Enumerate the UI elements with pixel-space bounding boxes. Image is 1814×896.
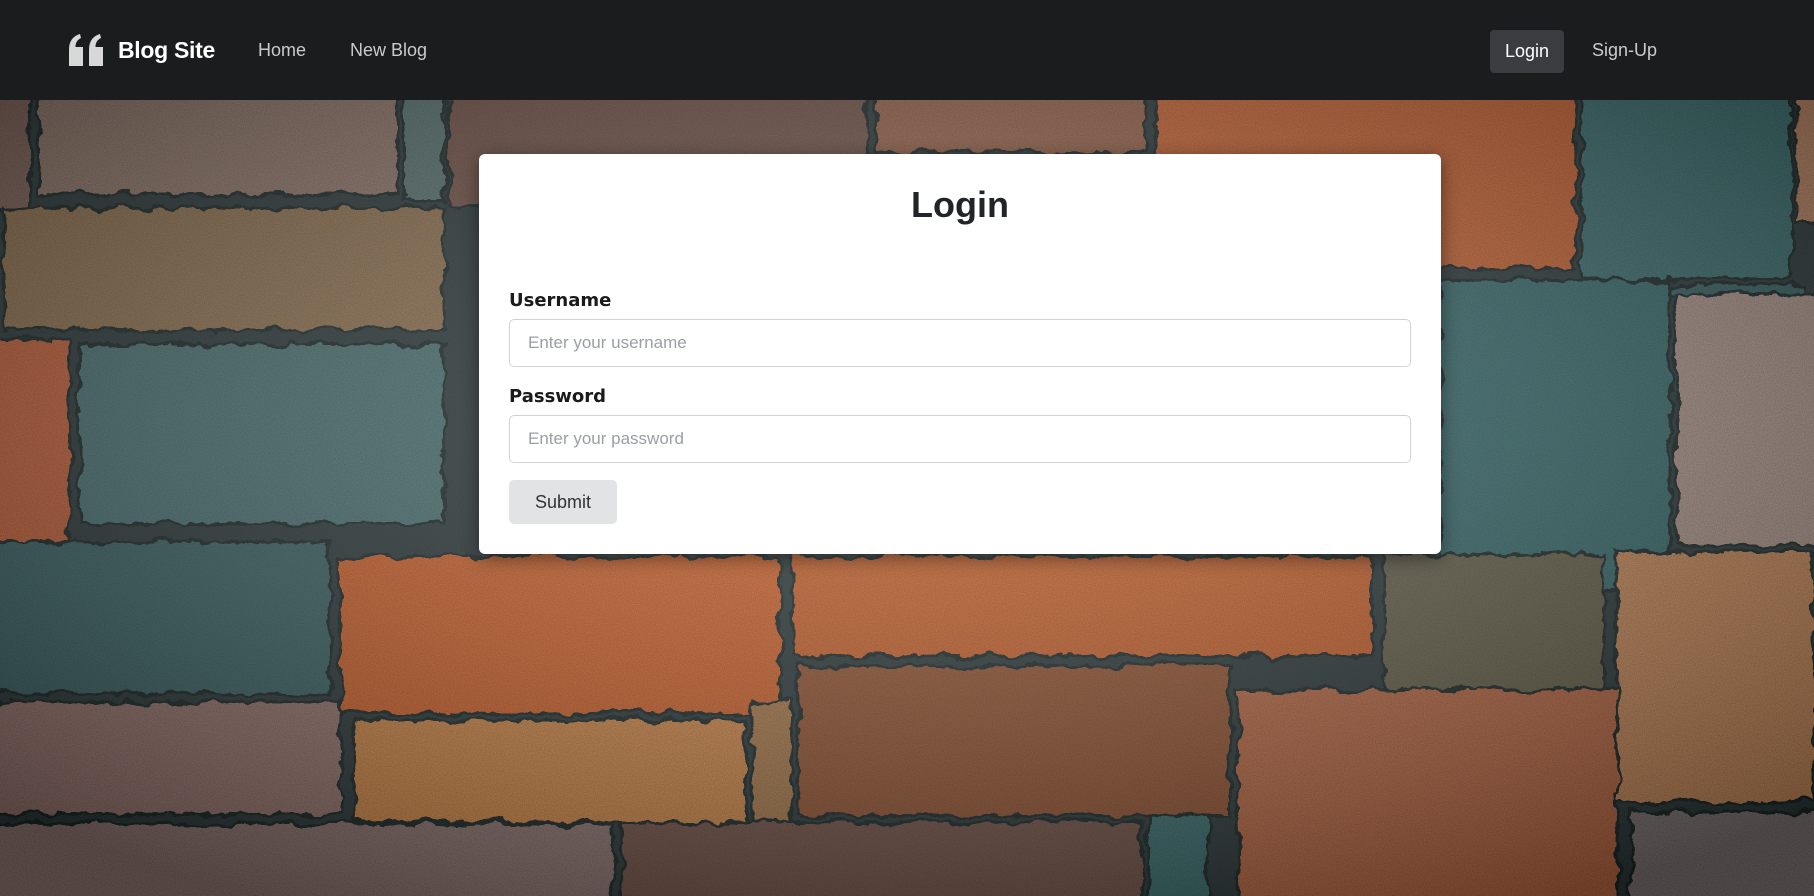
submit-button[interactable]: Submit (509, 480, 617, 524)
password-input[interactable] (509, 415, 1411, 463)
nav-login-link[interactable]: Login (1490, 30, 1564, 73)
nav-signup-link[interactable]: Sign-Up (1592, 0, 1657, 100)
navbar: Blog Site Home New Blog Login Sign-Up (0, 0, 1814, 100)
password-label: Password (509, 386, 607, 407)
nav-home-link[interactable]: Home (258, 0, 306, 100)
brand-link[interactable]: Blog Site (67, 0, 215, 100)
username-label: Username (509, 290, 612, 311)
brand-name: Blog Site (118, 36, 215, 63)
login-title: Login (911, 184, 1009, 225)
quote-icon (69, 34, 103, 66)
login-card: Login Username Password Submit (479, 154, 1441, 554)
nav-new-blog-link[interactable]: New Blog (350, 0, 427, 100)
username-input[interactable] (509, 319, 1411, 367)
